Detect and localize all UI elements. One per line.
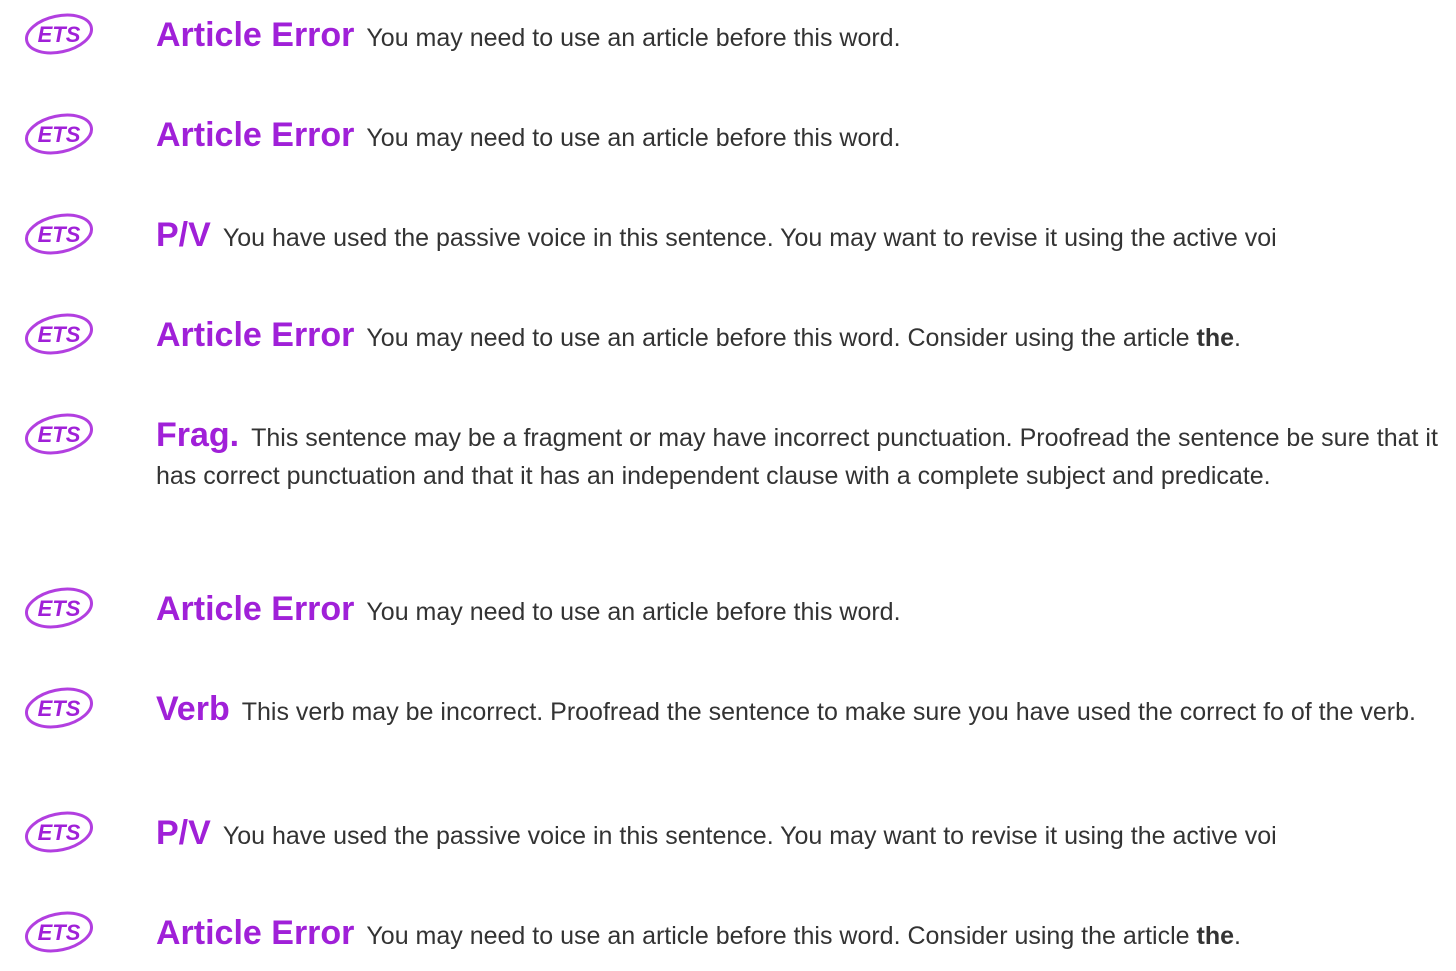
suggestion-word: the	[1196, 922, 1235, 950]
error-type-label[interactable]: Article Error	[156, 116, 354, 154]
feedback-text: Article Error You may need to use an arti…	[156, 116, 1456, 157]
ets-logo-text: ETS	[38, 596, 81, 621]
error-type-label[interactable]: Article Error	[156, 316, 354, 354]
feedback-text: P/V You have used the passive voice in th…	[156, 216, 1456, 257]
error-message: You may need to use an article before th…	[366, 922, 1241, 950]
feedback-text: Article Error You may need to use an arti…	[156, 16, 1456, 57]
ets-logo-text: ETS	[38, 222, 81, 247]
ets-logo-text: ETS	[38, 696, 81, 721]
ets-logo-icon: ETS	[22, 412, 96, 456]
ets-logo-text: ETS	[38, 122, 81, 147]
ets-logo-icon: ETS	[22, 12, 96, 56]
feedback-text: Article Error You may need to use an arti…	[156, 590, 1456, 631]
error-message: You may need to use an article before th…	[366, 124, 901, 152]
error-message: You have used the passive voice in this …	[222, 822, 1277, 850]
feedback-text: Article Error You may need to use an arti…	[156, 914, 1456, 955]
ets-logo-text: ETS	[38, 22, 81, 47]
error-type-label[interactable]: Article Error	[156, 16, 354, 54]
ets-logo-icon: ETS	[22, 212, 96, 256]
error-message: You have used the passive voice in this …	[222, 224, 1277, 252]
error-message: You may need to use an article before th…	[366, 324, 1241, 352]
error-type-label[interactable]: P/V	[156, 814, 211, 852]
ets-logo-text: ETS	[38, 820, 81, 845]
suggestion-word: the	[1196, 324, 1235, 352]
ets-logo-text: ETS	[38, 422, 81, 447]
ets-logo-icon: ETS	[22, 910, 96, 954]
ets-logo-icon: ETS	[22, 586, 96, 630]
ets-logo-text: ETS	[38, 920, 81, 945]
ets-logo-icon: ETS	[22, 810, 96, 854]
error-message: This verb may be incorrect. Proofread th…	[241, 698, 1416, 726]
error-message: This sentence may be a fragment or may h…	[156, 424, 1438, 490]
feedback-text: Frag. This sentence may be a fragment or …	[156, 416, 1438, 495]
feedback-list: ETS Article Error You may need to use an …	[0, 0, 1456, 971]
ets-logo-text: ETS	[38, 322, 81, 347]
error-type-label[interactable]: Verb	[156, 690, 230, 728]
error-message: You may need to use an article before th…	[366, 24, 901, 52]
feedback-text: P/V You have used the passive voice in th…	[156, 814, 1456, 855]
feedback-text: Verb This verb may be incorrect. Proofrea…	[156, 690, 1452, 731]
ets-logo-icon: ETS	[22, 312, 96, 356]
ets-logo-icon: ETS	[22, 686, 96, 730]
feedback-text: Article Error You may need to use an arti…	[156, 316, 1456, 357]
error-type-label[interactable]: Article Error	[156, 590, 354, 628]
error-type-label[interactable]: Frag.	[156, 416, 239, 454]
ets-logo-icon: ETS	[22, 112, 96, 156]
error-type-label[interactable]: Article Error	[156, 914, 354, 952]
error-type-label[interactable]: P/V	[156, 216, 211, 254]
ets-logo-svg: ETS	[25, 13, 93, 55]
error-message: You may need to use an article before th…	[366, 598, 901, 626]
